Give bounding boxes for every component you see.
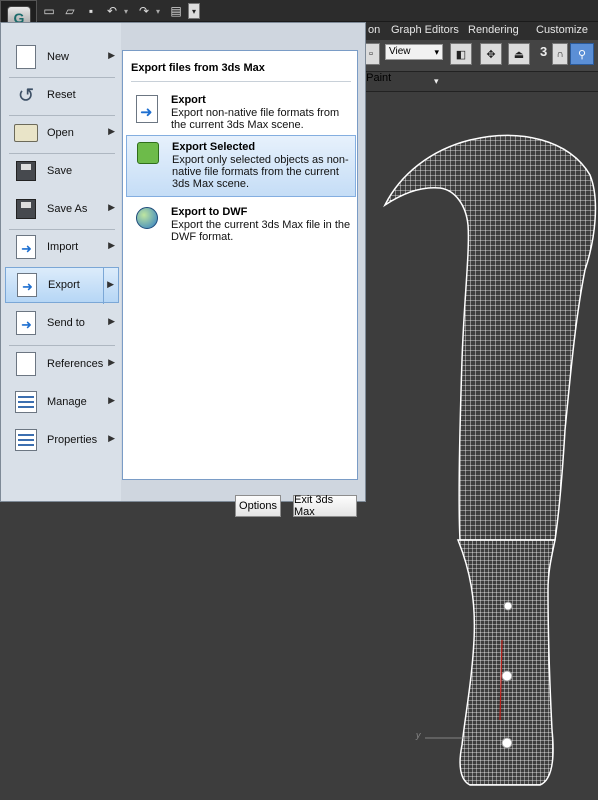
menu-item-label: References: [47, 358, 104, 370]
export-icon: [13, 271, 41, 299]
menu-item-save[interactable]: Save: [5, 153, 119, 189]
menu-item-reset[interactable]: ↺ Reset: [5, 77, 119, 113]
reference-coordinate-select[interactable]: View: [385, 44, 443, 60]
project-folder-icon[interactable]: ▤: [167, 3, 185, 19]
references-icon: [12, 350, 40, 378]
menu-item-label: Send to: [47, 317, 85, 329]
send-to-icon: [12, 309, 40, 337]
menu-item-label: Save: [47, 165, 73, 177]
save-icon[interactable]: ▪: [82, 3, 100, 19]
submenu-arrow-icon: ▶: [108, 240, 115, 250]
exit-3ds-max-button[interactable]: Exit 3ds Max: [293, 494, 357, 518]
submenu-arrow-icon: ▶: [107, 279, 114, 289]
application-menu-left-column: New ▶ ↺ Reset Open ▶ Save Save As ▶ Impo…: [1, 23, 121, 501]
menu-customize[interactable]: Customize: [536, 24, 588, 36]
pivot-center-icon[interactable]: ◧: [450, 43, 472, 65]
submenu-arrow-icon: ▶: [108, 395, 115, 405]
menu-item-label: Export: [48, 279, 80, 291]
menu-item-label: Properties: [47, 434, 98, 446]
dwf-globe-icon: [136, 207, 162, 237]
option-description: Export non-native file formats from the …: [171, 107, 340, 131]
export-file-icon: [136, 95, 162, 125]
save-disk-icon: [12, 157, 40, 185]
redo-dropdown-icon[interactable]: ▾: [156, 3, 164, 19]
menu-rendering[interactable]: Rendering: [468, 24, 519, 36]
menu-item-label: Save As: [47, 203, 88, 215]
submenu-arrow-icon: ▶: [108, 433, 115, 443]
menu-item-export[interactable]: Export ▶: [5, 267, 119, 304]
option-title: Export Selected: [172, 141, 256, 153]
submenu-arrow-icon: ▶: [108, 202, 115, 212]
open-folder-icon: [12, 119, 40, 147]
menu-item-open[interactable]: Open ▶: [5, 115, 119, 151]
angle-snap-icon[interactable]: ∩: [552, 43, 568, 65]
reset-icon: ↺: [17, 84, 35, 107]
export-to-dwf-option[interactable]: Export to DWF Export the current 3ds Max…: [126, 201, 356, 261]
qat-customize-button[interactable]: ▾: [188, 3, 200, 19]
ribbon-dropdown-button[interactable]: ▾: [434, 76, 456, 88]
quick-access-toolbar: ▭ ▱ ▪ ↶ ▾ ↷ ▾ ▤ ▾: [40, 3, 200, 19]
menu-item-manage[interactable]: Manage ▶: [5, 384, 119, 420]
title-bar: ▭ ▱ ▪ ↶ ▾ ↷ ▾ ▤ ▾: [0, 0, 598, 22]
application-menu: New ▶ ↺ Reset Open ▶ Save Save As ▶ Impo…: [0, 22, 366, 518]
menu-item-label: Import: [47, 241, 79, 253]
percent-snap-icon[interactable]: ⚲: [570, 43, 594, 65]
menu-item-send-to[interactable]: Send to ▶: [5, 305, 119, 341]
undo-icon[interactable]: ↶: [103, 3, 121, 19]
import-icon: [12, 233, 40, 261]
option-title: Export to DWF: [171, 206, 248, 218]
snap-toggle-label[interactable]: 3: [540, 44, 547, 59]
properties-icon: [12, 426, 40, 454]
submenu-arrow-icon: ▶: [108, 357, 115, 367]
menu-graph-editors[interactable]: Graph Editors: [391, 24, 459, 36]
option-description: Export the current 3ds Max file in the D…: [171, 219, 351, 243]
save-as-icon: [12, 195, 40, 223]
new-icon: [12, 43, 40, 71]
export-selected-cube-icon: [137, 142, 163, 172]
submenu-arrow-icon: ▶: [108, 50, 115, 60]
submenu-arrow-icon: ▶: [108, 316, 115, 326]
menu-item-label: New: [47, 51, 70, 63]
undo-dropdown-icon[interactable]: ▾: [124, 3, 132, 19]
keyboard-shortcut-icon[interactable]: ⏏: [508, 43, 530, 65]
export-submenu-panel: Export files from 3ds Max Export Export …: [122, 50, 358, 480]
application-menu-footer: Options Exit 3ds Max: [122, 481, 366, 523]
new-file-icon[interactable]: ▭: [40, 3, 58, 19]
export-selected-option[interactable]: Export Selected Export only selected obj…: [126, 135, 356, 197]
heading-divider: [131, 81, 351, 82]
submenu-arrow-icon: ▶: [108, 126, 115, 136]
menu-item-label: Open: [47, 127, 74, 139]
menu-item-new[interactable]: New ▶: [5, 39, 119, 75]
manage-icon: [12, 388, 40, 416]
option-title: Export: [171, 94, 206, 106]
menu-item-references[interactable]: References ▶: [5, 346, 119, 382]
options-button[interactable]: Options: [235, 495, 281, 517]
axis-label-y: y: [416, 730, 421, 740]
menu-item-partial[interactable]: on: [368, 24, 380, 36]
menu-item-properties[interactable]: Properties ▶: [5, 422, 119, 458]
menu-item-save-as[interactable]: Save As ▶: [5, 191, 119, 227]
redo-icon[interactable]: ↷: [135, 3, 153, 19]
open-folder-icon[interactable]: ▱: [61, 3, 79, 19]
submenu-heading: Export files from 3ds Max: [131, 62, 265, 74]
menu-item-label: Reset: [47, 89, 76, 101]
menu-item-label: Manage: [47, 396, 87, 408]
ribbon-label[interactable]: t Paint: [360, 72, 598, 92]
menu-item-import[interactable]: Import ▶: [5, 229, 119, 265]
option-description: Export only selected objects as non-nati…: [172, 154, 349, 190]
select-manipulate-icon[interactable]: ✥: [480, 43, 502, 65]
